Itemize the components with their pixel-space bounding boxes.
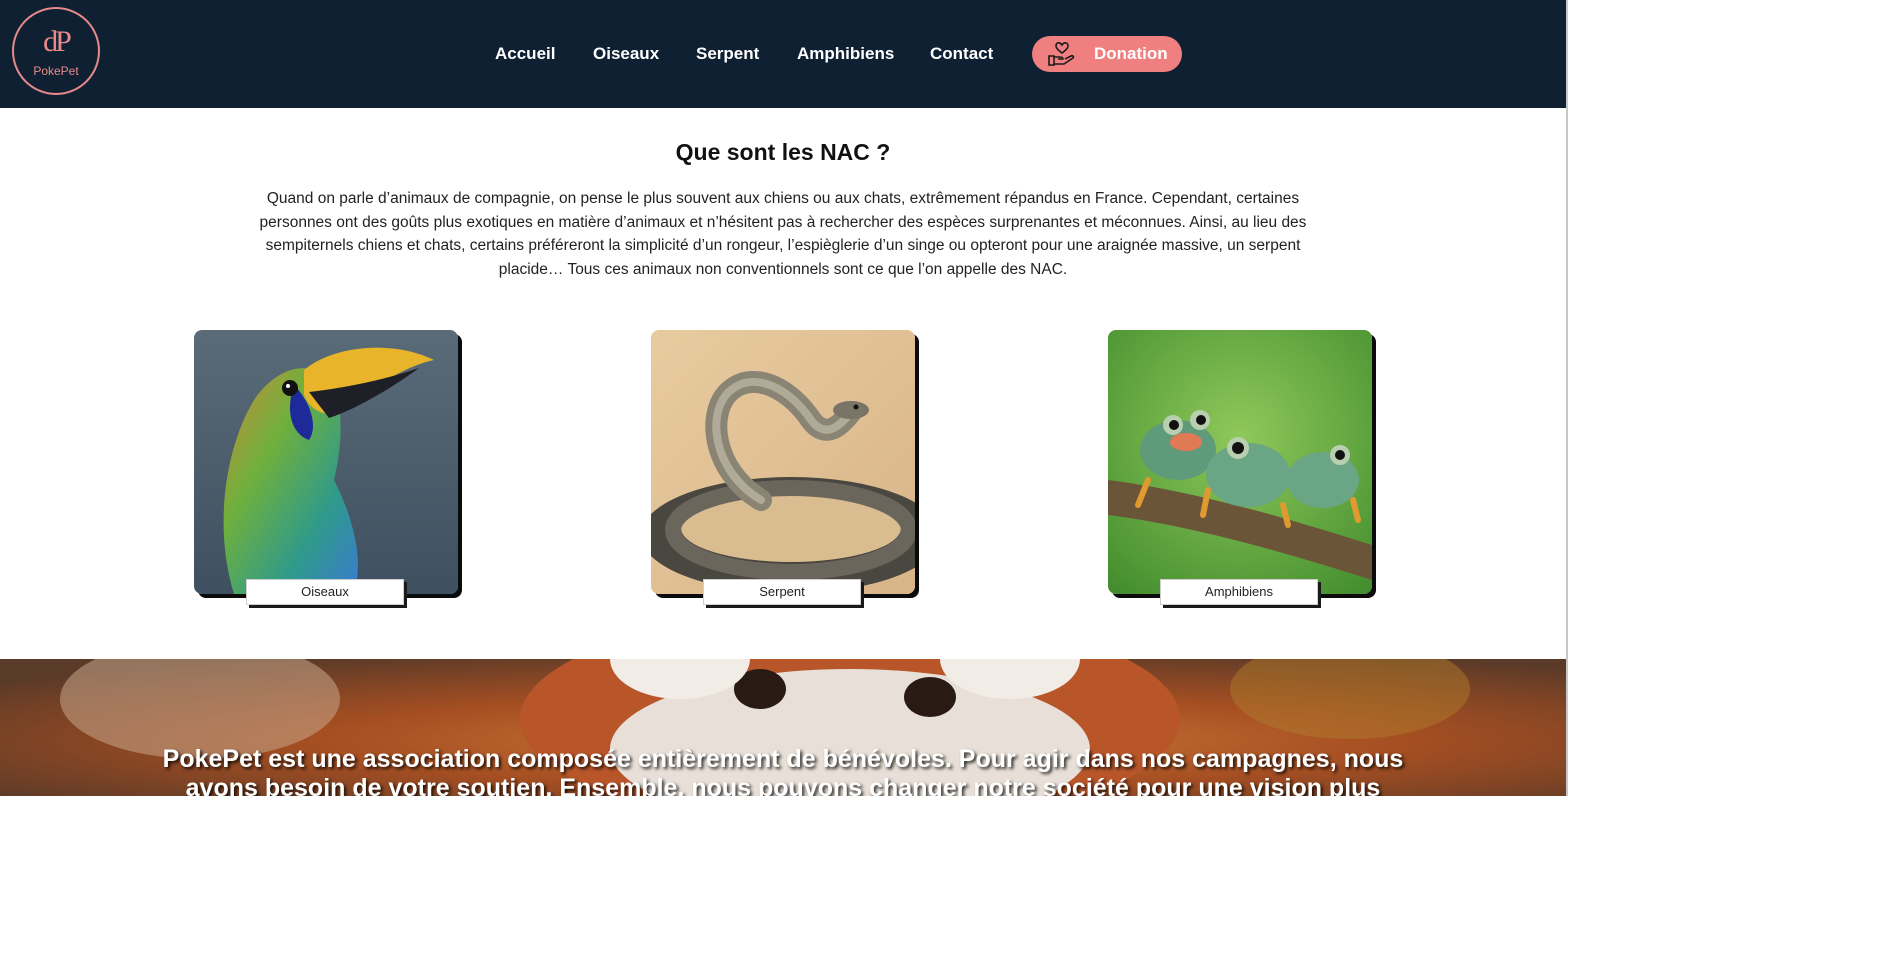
card-label-oiseaux: Oiseaux (246, 579, 404, 605)
nav-link-oiseaux[interactable]: Oiseaux (593, 44, 659, 64)
snake-photo (651, 330, 915, 594)
toucan-photo (194, 330, 458, 594)
card-label-amphibiens: Amphibiens (1160, 579, 1318, 605)
heart-hand-icon (1047, 41, 1077, 67)
frogs-photo (1108, 330, 1372, 594)
card-amphibiens[interactable]: Amphibiens (1108, 330, 1372, 605)
site-header: dP PokePet Accueil Oiseaux Serpent Amphi… (0, 0, 1566, 108)
nav-link-contact[interactable]: Contact (930, 44, 993, 64)
banner-text: PokePet est une association composée ent… (162, 745, 1404, 796)
donation-label: Donation (1094, 44, 1168, 63)
donation-banner: PokePet est une association composée ent… (0, 659, 1566, 796)
nav-link-amphibiens[interactable]: Amphibiens (797, 44, 894, 64)
section-title: Que sont les NAC ? (675, 139, 891, 165)
donation-button[interactable]: Donation (1032, 36, 1182, 72)
card-oiseaux[interactable]: Oiseaux (194, 330, 458, 605)
intro-paragraph: Quand on parle d’animaux de compagnie, o… (259, 190, 1307, 278)
main-nav: Accueil Oiseaux Serpent Amphibiens Conta… (0, 0, 1566, 108)
nav-link-serpent[interactable]: Serpent (696, 44, 759, 64)
card-serpent[interactable]: Serpent (651, 330, 915, 605)
card-label-serpent: Serpent (703, 579, 861, 605)
page-scrollbar[interactable] (1566, 0, 1568, 796)
nav-link-accueil[interactable]: Accueil (495, 44, 555, 64)
